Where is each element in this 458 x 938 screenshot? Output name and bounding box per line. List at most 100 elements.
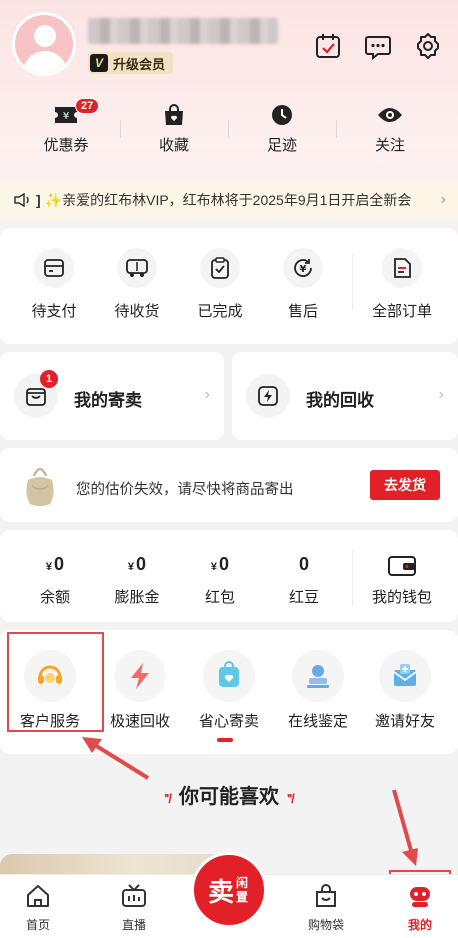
vip-upgrade-badge[interactable]: V 升级会员 <box>88 52 174 74</box>
shipping-alert-card: 您的估价失效，请尽快将商品寄出 去发货 <box>0 448 458 522</box>
order-pending-delivery-label: 待收货 <box>114 303 160 320</box>
handbag-product-thumbnail <box>26 468 54 506</box>
my-wallet[interactable]: 我的钱包 <box>362 554 442 607</box>
shipping-alert-text: 您的估价失效，请尽快将商品寄出 <box>76 482 294 498</box>
sell-label-big: 卖 <box>207 876 234 907</box>
easy-consignment-label: 省心寄卖 <box>198 713 259 730</box>
online-appraisal-label: 在线鉴定 <box>287 713 348 730</box>
user-profile-icon <box>410 887 430 907</box>
order-pending-delivery[interactable]: 待收货 <box>95 248 179 321</box>
order-after-sales[interactable]: ¥ 售后 <box>261 248 345 321</box>
fast-recycle-label: 极速回收 <box>109 713 170 730</box>
redpacket-value: 0 <box>219 554 230 574</box>
currency-symbol: ¥ <box>127 561 135 573</box>
right-decoration: ''/ <box>287 791 295 806</box>
tab-home-label: 首页 <box>25 918 50 932</box>
redbean-label: 红豆 <box>288 589 319 606</box>
follow-entry[interactable]: 关注 <box>337 100 443 155</box>
order-all[interactable]: 全部订单 <box>360 248 444 321</box>
left-decoration: ''/ <box>164 791 172 806</box>
card-payment-icon <box>44 259 64 277</box>
order-all-label: 全部订单 <box>371 303 432 320</box>
order-completed-label: 已完成 <box>197 303 243 320</box>
wallet-redbean[interactable]: 0 红豆 <box>264 554 344 607</box>
avatar[interactable] <box>12 12 76 76</box>
highlight-frame-customer-support <box>7 632 104 732</box>
orders-card: 待支付 待收货 已完成 ¥ 售后 全部订单 <box>0 228 458 344</box>
document-list-icon <box>394 258 411 278</box>
coupon-label: 优惠券 <box>43 137 89 154</box>
recommend-heading: ''/ 你可能喜欢 ''/ <box>0 780 458 809</box>
service-easy-consignment[interactable]: 省心寄卖 <box>186 650 272 731</box>
recycle-bolt-icon <box>258 386 278 406</box>
service-invite-friends[interactable]: 邀请好友 <box>362 650 448 731</box>
settings-gear-icon[interactable] <box>414 32 442 60</box>
my-recycle-card[interactable]: 我的回收 › <box>232 352 458 440</box>
currency-symbol: ¥ <box>210 561 218 573</box>
wallet-redpacket[interactable]: ¥0 红包 <box>180 554 260 607</box>
redpacket-label: 红包 <box>204 589 235 606</box>
svg-text:¥: ¥ <box>63 111 69 122</box>
wallet-icon <box>388 556 416 576</box>
announcement-text: ✨亲爱的红布林VIP，红布林将于2025年9月1日开启全新会 <box>44 192 412 208</box>
redbean-value: 0 <box>298 554 309 574</box>
balance-label: 余额 <box>39 589 70 606</box>
recycle-label: 我的回收 <box>306 391 374 410</box>
tab-bag-label: 购物袋 <box>307 918 344 932</box>
consignment-label: 我的寄卖 <box>74 391 142 410</box>
vip-label: 升级会员 <box>113 56 166 72</box>
service-fast-recycle[interactable]: 极速回收 <box>97 650 183 731</box>
recycle-icon-wrap <box>246 374 290 418</box>
announcement-bar[interactable]: ] ✨亲爱的红布林VIP，红布林将于2025年9月1日开启全新会 › <box>0 180 458 220</box>
order-after-sales-label: 售后 <box>287 303 318 320</box>
order-pending-payment-label: 待支付 <box>31 303 77 320</box>
svg-text:¥: ¥ <box>300 264 307 275</box>
tab-live-label: 直播 <box>121 918 146 932</box>
shopping-bag-icon <box>316 884 336 907</box>
carousel-indicator <box>217 738 233 742</box>
bonus-value: 0 <box>136 554 147 574</box>
history-entry[interactable]: 足迹 <box>229 100 335 155</box>
service-online-appraisal[interactable]: 在线鉴定 <box>275 650 361 731</box>
my-wallet-label: 我的钱包 <box>371 589 432 606</box>
consignment-box-icon <box>26 388 46 406</box>
favorites-entry[interactable]: 收藏 <box>121 100 227 155</box>
favorites-label: 收藏 <box>158 137 189 154</box>
wallet-balance[interactable]: ¥0 余额 <box>15 554 95 607</box>
shopping-bag-heart-icon <box>219 661 239 687</box>
vip-icon: V <box>90 54 108 72</box>
bracket-decoration: ] <box>36 192 41 208</box>
order-pending-payment[interactable]: 待支付 <box>12 248 96 321</box>
username-blurred <box>88 18 278 44</box>
order-completed[interactable]: 已完成 <box>178 248 262 321</box>
calendar-checkin-icon[interactable] <box>314 32 342 60</box>
speaker-icon <box>14 193 29 207</box>
chevron-right-icon: › <box>440 191 446 208</box>
clipboard-check-icon <box>211 257 229 279</box>
sell-idle-button[interactable]: 卖 闲置 <box>191 852 267 928</box>
tv-live-icon <box>122 884 146 907</box>
ship-now-button[interactable]: 去发货 <box>370 470 440 500</box>
coupon-entry[interactable]: ¥ 27 优惠券 <box>13 98 119 155</box>
stats-row: ¥ 27 优惠券 收藏 足迹 关注 <box>0 98 458 160</box>
history-label: 足迹 <box>266 137 297 154</box>
tab-shopping-bag[interactable]: 购物袋 <box>296 883 356 933</box>
wallet-card: ¥0 余额 ¥0 膨胀金 ¥0 红包 0 红豆 我的钱包 <box>0 530 458 622</box>
chevron-right-icon: › <box>204 386 210 403</box>
refund-icon: ¥ <box>294 259 312 277</box>
invite-envelope-icon <box>393 664 417 686</box>
my-consignment-card[interactable]: 1 我的寄卖 › <box>0 352 224 440</box>
tab-mine[interactable]: 我的 <box>390 883 450 933</box>
annotation-arrow-icon <box>82 737 150 780</box>
chevron-right-icon: › <box>438 386 444 403</box>
tab-live[interactable]: 直播 <box>104 883 164 933</box>
message-icon[interactable] <box>364 32 392 60</box>
tab-home[interactable]: 首页 <box>8 883 68 933</box>
bonus-label: 膨胀金 <box>114 589 160 606</box>
home-icon <box>27 885 49 907</box>
wallet-bonus[interactable]: ¥0 膨胀金 <box>97 554 177 607</box>
currency-symbol: ¥ <box>45 561 53 573</box>
coupon-count-badge: 27 <box>75 98 100 114</box>
balance-value: 0 <box>54 554 65 574</box>
truck-icon <box>126 259 148 277</box>
